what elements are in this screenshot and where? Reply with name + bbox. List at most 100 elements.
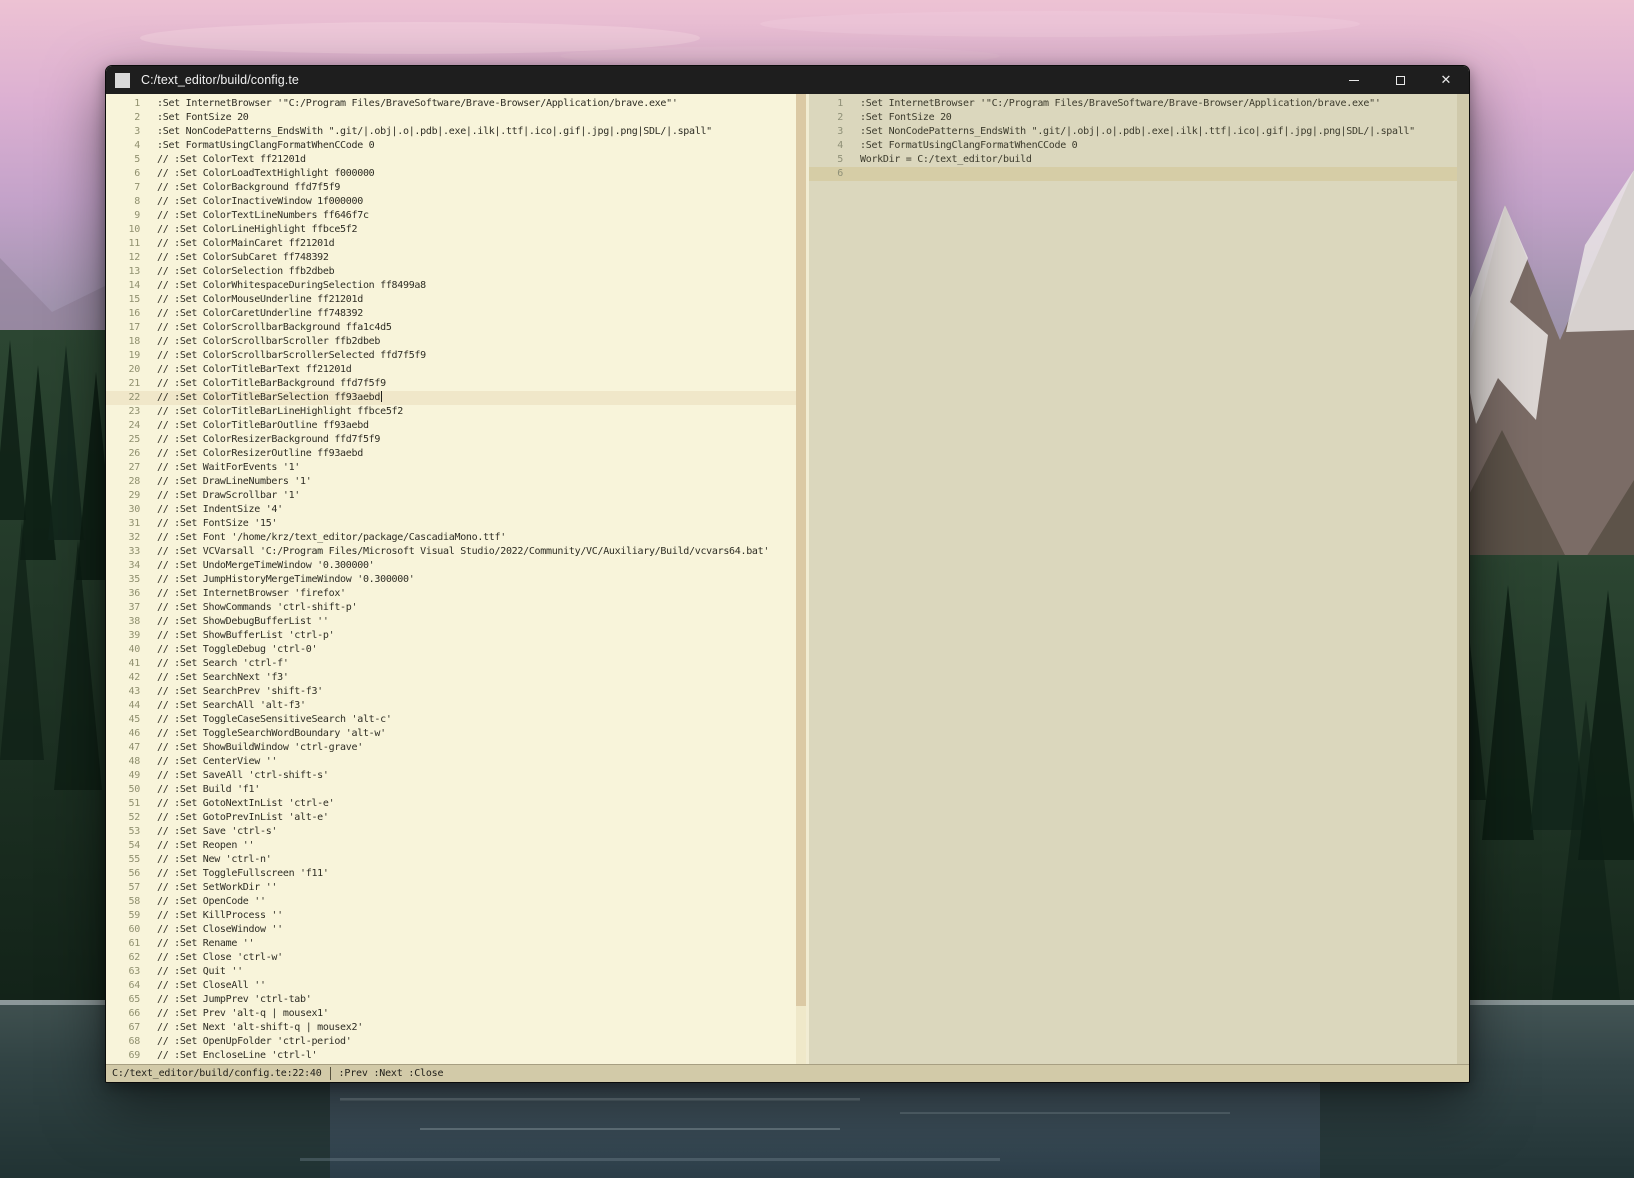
code-line[interactable]: 28// :Set DrawLineNumbers '1': [106, 475, 796, 489]
line-text: :Set FontSize 20: [860, 111, 952, 125]
line-number: 2: [106, 111, 140, 125]
code-line[interactable]: 34// :Set UndoMergeTimeWindow '0.300000': [106, 559, 796, 573]
right-pane-scrollbar[interactable]: [1457, 94, 1469, 1064]
code-line[interactable]: 30// :Set IndentSize '4': [106, 503, 796, 517]
code-line[interactable]: 62// :Set Close 'ctrl-w': [106, 951, 796, 965]
code-line[interactable]: 26// :Set ColorResizerOutline ff93aebd: [106, 447, 796, 461]
code-line[interactable]: 13// :Set ColorSelection ffb2dbeb: [106, 265, 796, 279]
code-line[interactable]: 64// :Set CloseAll '': [106, 979, 796, 993]
code-line[interactable]: 50// :Set Build 'f1': [106, 783, 796, 797]
close-button[interactable]: ✕: [1423, 66, 1469, 94]
code-line[interactable]: 51// :Set GotoNextInList 'ctrl-e': [106, 797, 796, 811]
code-line[interactable]: 29// :Set DrawScrollbar '1': [106, 489, 796, 503]
code-line[interactable]: 15// :Set ColorMouseUnderline ff21201d: [106, 293, 796, 307]
title-bar[interactable]: C:/text_editor/build/config.te ✕: [106, 66, 1469, 94]
code-line[interactable]: 14// :Set ColorWhitespaceDuringSelection…: [106, 279, 796, 293]
close-icon: ✕: [1441, 74, 1452, 87]
code-line[interactable]: 5WorkDir = C:/text_editor/build: [809, 153, 1457, 167]
code-line[interactable]: 10// :Set ColorLineHighlight ffbce5f2: [106, 223, 796, 237]
code-line[interactable]: 44// :Set SearchAll 'alt-f3': [106, 699, 796, 713]
code-line[interactable]: 60// :Set CloseWindow '': [106, 923, 796, 937]
code-line[interactable]: 63// :Set Quit '': [106, 965, 796, 979]
line-number: 35: [106, 573, 140, 587]
line-number: 15: [106, 293, 140, 307]
code-line[interactable]: 17// :Set ColorScrollbarBackground ffa1c…: [106, 321, 796, 335]
code-line[interactable]: 61// :Set Rename '': [106, 937, 796, 951]
code-line[interactable]: 3:Set NonCodePatterns_EndsWith ".git/|.o…: [106, 125, 796, 139]
minimize-button[interactable]: [1331, 66, 1377, 94]
code-line[interactable]: 7// :Set ColorBackground ffd7f5f9: [106, 181, 796, 195]
code-line[interactable]: 56// :Set ToggleFullscreen 'f11': [106, 867, 796, 881]
line-text: // :Set IndentSize '4': [157, 503, 283, 517]
code-line[interactable]: 37// :Set ShowCommands 'ctrl-shift-p': [106, 601, 796, 615]
left-pane-scrollbar[interactable]: [796, 94, 806, 1064]
code-line[interactable]: 49// :Set SaveAll 'ctrl-shift-s': [106, 769, 796, 783]
line-text: // :Set JumpPrev 'ctrl-tab': [157, 993, 311, 1007]
code-line[interactable]: 2 :Set FontSize 20: [106, 111, 796, 125]
code-line[interactable]: 4:Set FormatUsingClangFormatWhenCCode 0: [106, 139, 796, 153]
code-line[interactable]: 27// :Set WaitForEvents '1': [106, 461, 796, 475]
code-line[interactable]: 4:Set FormatUsingClangFormatWhenCCode 0: [809, 139, 1457, 153]
code-line[interactable]: 19// :Set ColorScrollbarScrollerSelected…: [106, 349, 796, 363]
code-line[interactable]: 43// :Set SearchPrev 'shift-f3': [106, 685, 796, 699]
code-line[interactable]: 25// :Set ColorResizerBackground ffd7f5f…: [106, 433, 796, 447]
editor-content: 1:Set InternetBrowser '"C:/Program Files…: [106, 94, 1469, 1064]
code-line[interactable]: 47// :Set ShowBuildWindow 'ctrl-grave': [106, 741, 796, 755]
code-line[interactable]: 68// :Set OpenUpFolder 'ctrl-period': [106, 1035, 796, 1049]
line-number: 27: [106, 461, 140, 475]
code-line[interactable]: 9// :Set ColorTextLineNumbers ff646f7c: [106, 209, 796, 223]
code-line[interactable]: 65// :Set JumpPrev 'ctrl-tab': [106, 993, 796, 1007]
code-line[interactable]: 18// :Set ColorScrollbarScroller ffb2dbe…: [106, 335, 796, 349]
line-number: 34: [106, 559, 140, 573]
line-text: :Set FontSize 20: [157, 111, 249, 125]
code-line[interactable]: 36// :Set InternetBrowser 'firefox': [106, 587, 796, 601]
code-line[interactable]: 52// :Set GotoPrevInList 'alt-e': [106, 811, 796, 825]
code-line[interactable]: 20// :Set ColorTitleBarText ff21201d: [106, 363, 796, 377]
status-commands[interactable]: :Prev :Next :Close: [339, 1068, 444, 1079]
code-line[interactable]: 67// :Set Next 'alt-shift-q | mousex2': [106, 1021, 796, 1035]
code-line[interactable]: 5// :Set ColorText ff21201d: [106, 153, 796, 167]
code-line[interactable]: 69// :Set EncloseLine 'ctrl-l': [106, 1049, 796, 1063]
code-line[interactable]: 40// :Set ToggleDebug 'ctrl-0': [106, 643, 796, 657]
code-line[interactable]: 45// :Set ToggleCaseSensitiveSearch 'alt…: [106, 713, 796, 727]
right-scrollbar-thumb[interactable]: [1457, 94, 1469, 1064]
code-line[interactable]: 48// :Set CenterView '': [106, 755, 796, 769]
code-line[interactable]: 23// :Set ColorTitleBarLineHighlight ffb…: [106, 405, 796, 419]
code-line[interactable]: 16// :Set ColorCaretUnderline ff748392: [106, 307, 796, 321]
code-line[interactable]: 38// :Set ShowDebugBufferList '': [106, 615, 796, 629]
code-line[interactable]: 57// :Set SetWorkDir '': [106, 881, 796, 895]
code-line[interactable]: 3:Set NonCodePatterns_EndsWith ".git/|.o…: [809, 125, 1457, 139]
code-line[interactable]: 31// :Set FontSize '15': [106, 517, 796, 531]
left-scrollbar-thumb[interactable]: [796, 94, 806, 1006]
code-line[interactable]: 53// :Set Save 'ctrl-s': [106, 825, 796, 839]
code-line[interactable]: 35// :Set JumpHistoryMergeTimeWindow '0.…: [106, 573, 796, 587]
code-line[interactable]: 21// :Set ColorTitleBarBackground ffd7f5…: [106, 377, 796, 391]
code-line[interactable]: 12// :Set ColorSubCaret ff748392: [106, 251, 796, 265]
maximize-button[interactable]: [1377, 66, 1423, 94]
code-line[interactable]: 66// :Set Prev 'alt-q | mousex1': [106, 1007, 796, 1021]
code-line[interactable]: 1:Set InternetBrowser '"C:/Program Files…: [809, 97, 1457, 111]
code-line[interactable]: 2:Set FontSize 20: [809, 111, 1457, 125]
code-line[interactable]: 33// :Set VCVarsall 'C:/Program Files/Mi…: [106, 545, 796, 559]
code-line[interactable]: 11// :Set ColorMainCaret ff21201d: [106, 237, 796, 251]
code-line[interactable]: 1:Set InternetBrowser '"C:/Program Files…: [106, 97, 796, 111]
code-line[interactable]: 42// :Set SearchNext 'f3': [106, 671, 796, 685]
line-text: // :Set GotoPrevInList 'alt-e': [157, 811, 329, 825]
code-line[interactable]: 24// :Set ColorTitleBarOutline ff93aebd: [106, 419, 796, 433]
right-pane[interactable]: 1:Set InternetBrowser '"C:/Program Files…: [809, 94, 1457, 1064]
code-line[interactable]: 59// :Set KillProcess '': [106, 909, 796, 923]
code-line[interactable]: 41// :Set Search 'ctrl-f': [106, 657, 796, 671]
code-line[interactable]: 39// :Set ShowBufferList 'ctrl-p': [106, 629, 796, 643]
code-line[interactable]: 32// :Set Font '/home/krz/text_editor/pa…: [106, 531, 796, 545]
code-line[interactable]: 46// :Set ToggleSearchWordBoundary 'alt-…: [106, 727, 796, 741]
code-line[interactable]: 22// :Set ColorTitleBarSelection ff93aeb…: [106, 391, 796, 405]
line-number: 36: [106, 587, 140, 601]
code-line[interactable]: 55// :Set New 'ctrl-n': [106, 853, 796, 867]
code-line[interactable]: 58// :Set OpenCode '': [106, 895, 796, 909]
code-line[interactable]: 8// :Set ColorInactiveWindow 1f000000: [106, 195, 796, 209]
code-line[interactable]: 6: [809, 167, 1457, 181]
left-pane[interactable]: 1:Set InternetBrowser '"C:/Program Files…: [106, 94, 796, 1064]
code-line[interactable]: 6// :Set ColorLoadTextHighlight f000000: [106, 167, 796, 181]
code-line[interactable]: 54// :Set Reopen '': [106, 839, 796, 853]
line-number: 12: [106, 251, 140, 265]
